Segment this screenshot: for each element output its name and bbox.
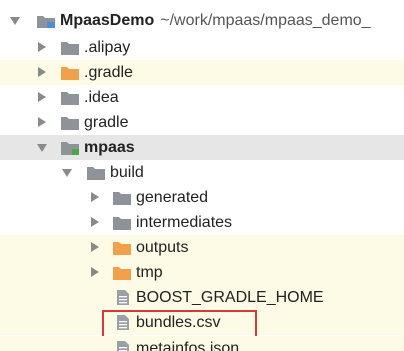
tree-row-build[interactable]: build <box>0 160 404 185</box>
tree-row-label: gradle <box>84 114 129 131</box>
tree-row-gradle[interactable]: gradle <box>0 110 404 135</box>
chevron-right-icon[interactable] <box>38 42 46 52</box>
tree-row-label: mpaas <box>84 139 135 156</box>
chevron-right-icon[interactable] <box>91 192 99 202</box>
tree-row-generated[interactable]: generated <box>0 185 404 210</box>
tree-row-alipay[interactable]: .alipay <box>0 35 404 60</box>
module-folder-icon <box>36 13 56 34</box>
red-highlight-box <box>102 310 257 338</box>
project-tree: MpaasDemo ~/work/mpaas/mpaas_demo_ .alipa… <box>0 0 404 351</box>
text-file-icon <box>116 340 130 351</box>
tree-row-label: .alipay <box>84 39 131 56</box>
excluded-folder-icon <box>60 65 80 86</box>
chevron-down-icon[interactable] <box>62 169 72 177</box>
folder-icon <box>112 190 132 211</box>
tree-row-outputs[interactable]: outputs <box>0 235 404 260</box>
tree-row-root[interactable]: MpaasDemo ~/work/mpaas/mpaas_demo_ <box>0 8 404 33</box>
chevron-right-icon[interactable] <box>91 267 99 277</box>
excluded-folder-icon <box>112 240 132 261</box>
tree-row-label: outputs <box>136 239 189 256</box>
tree-row-label: generated <box>136 189 209 206</box>
tree-row-label: build <box>110 164 144 181</box>
folder-icon <box>60 90 80 111</box>
tree-row-mpaas[interactable]: mpaas <box>0 135 404 160</box>
chevron-down-icon[interactable] <box>10 17 20 25</box>
chevron-right-icon[interactable] <box>91 242 99 252</box>
tree-row-label: tmp <box>136 264 163 281</box>
chevron-right-icon[interactable] <box>38 117 46 127</box>
text-file-icon <box>116 289 130 311</box>
tree-row-idea[interactable]: .idea <box>0 85 404 110</box>
tree-row-boost-gradle-home[interactable]: BOOST_GRADLE_HOME <box>0 285 404 310</box>
module-folder-icon <box>60 140 80 161</box>
tree-row-label: BOOST_GRADLE_HOME <box>136 289 324 306</box>
tree-row-intermediates[interactable]: intermediates <box>0 210 404 235</box>
tree-row-label: MpaasDemo ~/work/mpaas/mpaas_demo_ <box>60 11 371 30</box>
tree-row-label: .idea <box>84 89 119 106</box>
chevron-right-icon[interactable] <box>38 67 46 77</box>
folder-icon <box>60 115 80 136</box>
tree-row-tmp[interactable]: tmp <box>0 260 404 285</box>
folder-icon <box>112 215 132 236</box>
tree-row-label: intermediates <box>136 214 233 231</box>
tree-row-metainfos-json[interactable]: metainfos.json <box>0 336 404 351</box>
chevron-right-icon[interactable] <box>38 92 46 102</box>
tree-row-gradle-hidden[interactable]: .gradle <box>0 60 404 85</box>
excluded-folder-icon <box>112 265 132 286</box>
folder-icon <box>86 165 106 186</box>
root-name: MpaasDemo <box>60 12 155 29</box>
tree-row-label: metainfos.json <box>136 340 240 351</box>
chevron-right-icon[interactable] <box>91 217 99 227</box>
chevron-down-icon[interactable] <box>37 144 47 152</box>
tree-row-label: .gradle <box>84 64 133 81</box>
folder-icon <box>60 40 80 61</box>
root-path: ~/work/mpaas/mpaas_demo_ <box>160 12 371 29</box>
